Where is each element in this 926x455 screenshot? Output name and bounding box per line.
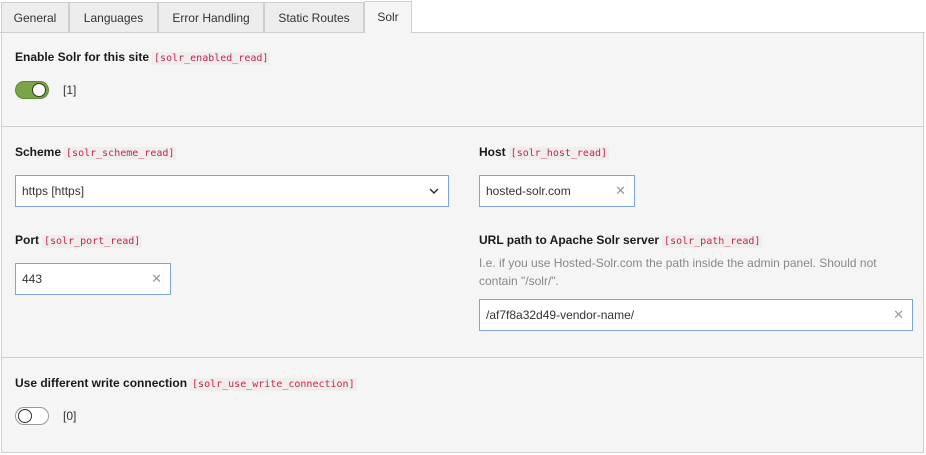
write-connection-toggle[interactable]: [15, 407, 49, 425]
port-input-value: 443: [22, 272, 43, 286]
port-input[interactable]: 443 ✕: [15, 263, 171, 295]
path-code: [solr_path_read]: [662, 235, 763, 248]
path-help-line-2: contain "/solr/".: [479, 274, 559, 288]
tab-bar-baseline: [0, 32, 925, 33]
tab-languages[interactable]: Languages: [69, 2, 158, 32]
path-help-line-1: I.e. if you use Hosted-Solr.com the path…: [479, 256, 877, 270]
scheme-label: Scheme [solr_scheme_read]: [15, 145, 177, 160]
tab-label: General: [13, 11, 57, 25]
enable-solr-value: [1]: [63, 83, 77, 97]
write-connection-label: Use different write connection [solr_use_…: [15, 376, 357, 391]
close-icon[interactable]: ✕: [615, 176, 626, 206]
scheme-select-value: https [https]: [22, 184, 85, 198]
host-input[interactable]: hosted-solr.com ✕: [479, 175, 635, 207]
host-input-value: hosted-solr.com: [486, 184, 571, 198]
write-connection-label-text: Use different write connection: [15, 376, 188, 390]
path-input-value: /af7f8a32d49-vendor-name/: [486, 308, 635, 322]
port-label-text: Port: [15, 233, 39, 247]
scheme-select[interactable]: https [https]: [15, 175, 449, 207]
section-divider: [2, 357, 924, 358]
tab-label: Error Handling: [172, 11, 250, 25]
host-code: [solr_host_read]: [508, 147, 609, 160]
port-label: Port [solr_port_read]: [15, 233, 143, 248]
enable-solr-label-text: Enable Solr for this site: [15, 50, 150, 64]
tab-label: Languages: [83, 11, 144, 25]
scheme-code: [solr_scheme_read]: [64, 147, 177, 160]
enable-solr-code: [solr_enabled_read]: [152, 52, 271, 65]
scheme-label-text: Scheme: [15, 145, 62, 159]
toggle-knob: [18, 409, 32, 423]
write-connection-code: [solr_use_write_connection]: [190, 378, 357, 391]
path-input[interactable]: /af7f8a32d49-vendor-name/ ✕: [479, 299, 913, 331]
tab-error-handling[interactable]: Error Handling: [158, 2, 264, 32]
tab-label: Solr: [377, 10, 399, 24]
enable-solr-label: Enable Solr for this site [solr_enabled_r…: [15, 50, 271, 65]
path-label: URL path to Apache Solr server [solr_path…: [479, 233, 763, 248]
port-code: [solr_port_read]: [42, 235, 143, 248]
tab-general[interactable]: General: [1, 2, 69, 32]
tab-solr[interactable]: Solr: [364, 1, 412, 33]
host-label: Host [solr_host_read]: [479, 145, 609, 160]
close-icon[interactable]: ✕: [151, 264, 162, 294]
path-label-text: URL path to Apache Solr server: [479, 233, 660, 247]
close-icon[interactable]: ✕: [893, 300, 904, 330]
toggle-knob: [32, 83, 46, 97]
section-divider: [2, 126, 924, 127]
tab-static-routes[interactable]: Static Routes: [264, 2, 364, 32]
write-connection-value: [0]: [63, 409, 77, 423]
solr-settings-panel: Enable Solr for this site [solr_enabled_r…: [1, 33, 924, 453]
tab-bar: General Languages Error Handling Static …: [0, 0, 926, 33]
host-label-text: Host: [479, 145, 506, 159]
chevron-down-icon: [429, 188, 439, 195]
enable-solr-toggle[interactable]: [15, 81, 49, 99]
tab-label: Static Routes: [278, 11, 350, 25]
